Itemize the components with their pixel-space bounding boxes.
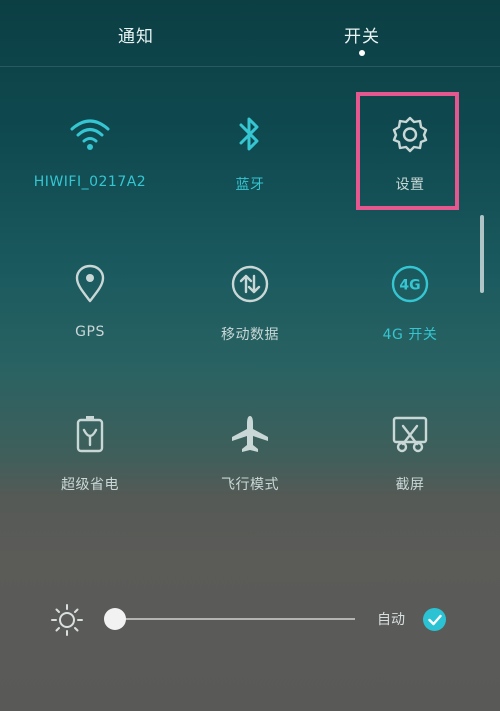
mobile-data-toggle[interactable]: 移动数据 [180,262,320,392]
tab-selected-indicator [359,50,365,56]
power-saver-toggle[interactable]: 超级省电 [20,412,160,542]
bluetooth-toggle[interactable]: 蓝牙 [180,112,320,242]
tab-switches[interactable]: 开关 [302,22,422,47]
screenshot-label: 截屏 [395,477,425,493]
scrollbar[interactable] [480,215,484,293]
auto-brightness-label: 自动 [377,612,405,628]
wifi-toggle[interactable]: HIWIFI_0217A2 [20,112,160,242]
brightness-slider-track[interactable] [115,618,355,620]
4g-toggle[interactable]: 4G 4G 开关 [340,262,480,392]
screenshot-icon [388,412,432,456]
4g-icon: 4G [388,262,432,306]
location-pin-icon [68,262,112,306]
airplane-label: 飞行模式 [221,477,279,493]
mobile-data-label: 移动数据 [221,327,279,343]
highlight-frame [356,92,459,210]
wifi-label: HIWIFI_0217A2 [33,174,147,190]
divider [0,66,500,67]
checkmark-icon [427,614,442,625]
sun-icon [50,603,84,637]
brightness-control: 自动 [0,585,500,655]
gps-label: GPS [75,324,105,340]
mobile-data-icon [228,262,272,306]
gps-toggle[interactable]: GPS [20,262,160,392]
airplane-icon [228,412,272,456]
battery-saver-icon [68,412,112,456]
svg-text:4G: 4G [399,278,420,294]
power-saver-label: 超级省电 [61,477,119,493]
bluetooth-icon [228,112,272,156]
brightness-slider-thumb[interactable] [104,608,126,630]
tab-notifications[interactable]: 通知 [76,22,196,47]
4g-label: 4G 开关 [382,327,438,343]
screenshot-button[interactable]: 截屏 [340,412,480,542]
auto-brightness-checkbox[interactable] [423,608,446,631]
quick-settings-tabs: 通知 开关 [0,0,500,67]
wifi-icon [68,112,112,156]
airplane-toggle[interactable]: 飞行模式 [180,412,320,542]
bluetooth-label: 蓝牙 [235,177,265,193]
